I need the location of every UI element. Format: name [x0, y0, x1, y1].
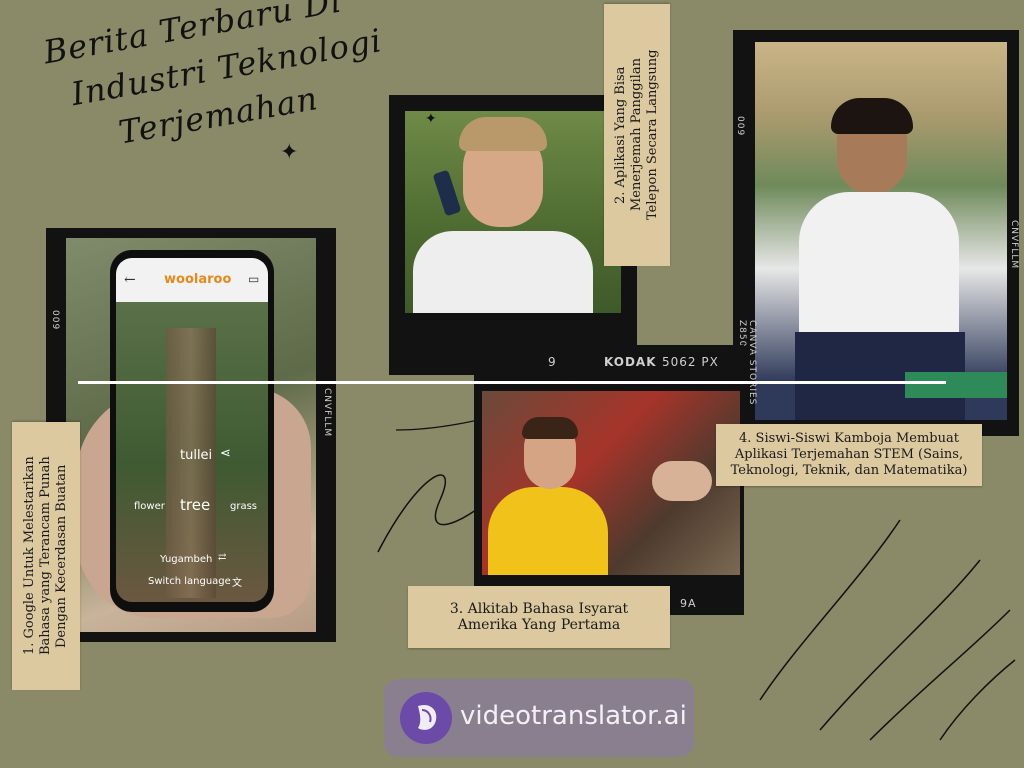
- kodak-label: KODAK: [604, 355, 657, 369]
- app-logo: woolaroo: [164, 272, 232, 287]
- man-hair: [459, 117, 547, 151]
- card-3-line-1: 3. Alkitab Bahasa Isyarat: [449, 601, 629, 617]
- card-2-photo: [405, 111, 621, 313]
- share-icon[interactable]: ⋖: [220, 446, 231, 461]
- film-mark-cnvfllm-b: CNVFLLM: [1009, 220, 1019, 270]
- word-right: grass: [230, 501, 258, 512]
- card-1-line-3: Dengan Kecerdasan Buatan: [54, 464, 69, 648]
- frame-9a: 9A: [680, 597, 697, 610]
- card-4-line-2: Aplikasi Terjemahan STEM (Sains,: [734, 447, 964, 462]
- card-1-line-2: Bahasa yang Terancam Punah: [38, 456, 53, 656]
- back-arrow-icon[interactable]: ←: [124, 272, 136, 288]
- card-4-line-3: Teknologi, Teknik, dan Matematika): [730, 463, 968, 478]
- film-mark-cnvfllm-a: CNVFLLM: [322, 388, 332, 438]
- man-body: [488, 487, 608, 575]
- translate-icon[interactable]: 文: [232, 574, 242, 589]
- kodak-num: 9: [548, 355, 557, 369]
- brand-logo-icon: [400, 692, 452, 744]
- bench: [905, 372, 1007, 398]
- card-1-label: 1. Google Untuk Melestarikan Bahasa yang…: [12, 422, 80, 690]
- film-mark-009-a: 009: [50, 310, 60, 331]
- card-1-photo: ← woolaroo ▭ tullei ⋖ tree flower grass …: [66, 238, 316, 632]
- card-1-frame: ← woolaroo ▭ tullei ⋖ tree flower grass …: [46, 228, 336, 642]
- swap-icon: ⇄: [218, 552, 227, 563]
- feedback-icon[interactable]: ▭: [248, 272, 259, 286]
- phone-device: [432, 169, 462, 217]
- word-top: tullei: [180, 448, 213, 463]
- word-main: tree: [180, 496, 211, 514]
- student-shirt: [799, 192, 959, 342]
- timeline-line: [78, 381, 946, 384]
- switch-language-button[interactable]: Switch language: [148, 576, 231, 587]
- language-label: Yugambeh: [160, 554, 213, 565]
- sparkle-icon-2: ✦: [425, 111, 437, 127]
- card-3-photo: [482, 391, 740, 575]
- student-hair: [831, 98, 913, 134]
- man-shirt: [413, 231, 593, 313]
- card-1-line-1: 1. Google Untuk Melestarikan: [22, 456, 37, 656]
- card-4-frame: 009 CANVA STORIES Z850 CNVFLLM: [733, 30, 1019, 436]
- card-4-label: 4. Siswi-Siswi Kamboja Membuat Aplikasi …: [716, 424, 982, 486]
- brand-name: videotranslator.ai: [460, 701, 687, 731]
- card-2-line-1: 2. Aplikasi Yang Bisa: [613, 66, 628, 204]
- phone: ← woolaroo ▭ tullei ⋖ tree flower grass …: [110, 250, 274, 612]
- card-4-line-1: 4. Siswi-Siswi Kamboja Membuat: [739, 431, 959, 446]
- brand-box[interactable]: videotranslator.ai: [384, 679, 694, 757]
- card-3-frame: 9 KODAK 5062 PX 9A: [474, 345, 744, 615]
- word-left: flower: [134, 501, 165, 512]
- card-3-label: 3. Alkitab Bahasa Isyarat Amerika Yang P…: [408, 586, 670, 648]
- card-4-photo: [755, 42, 1007, 420]
- man2-hair: [522, 417, 578, 439]
- card-2-line-3: Telepon Secara Langsung: [645, 49, 660, 221]
- card-2-frame: ✦: [389, 95, 637, 375]
- kodak-code: 5062 PX: [662, 355, 719, 369]
- card-2-label: 2. Aplikasi Yang Bisa Menerjemah Panggil…: [604, 4, 670, 266]
- film-mark-009-b: 009: [735, 116, 745, 137]
- pointing-hand: [652, 461, 712, 501]
- card-3-line-2: Amerika Yang Pertama: [457, 617, 621, 633]
- phone-screen: ← woolaroo ▭ tullei ⋖ tree flower grass …: [116, 258, 268, 602]
- card-2-line-2: Menerjemah Panggilan: [629, 58, 644, 212]
